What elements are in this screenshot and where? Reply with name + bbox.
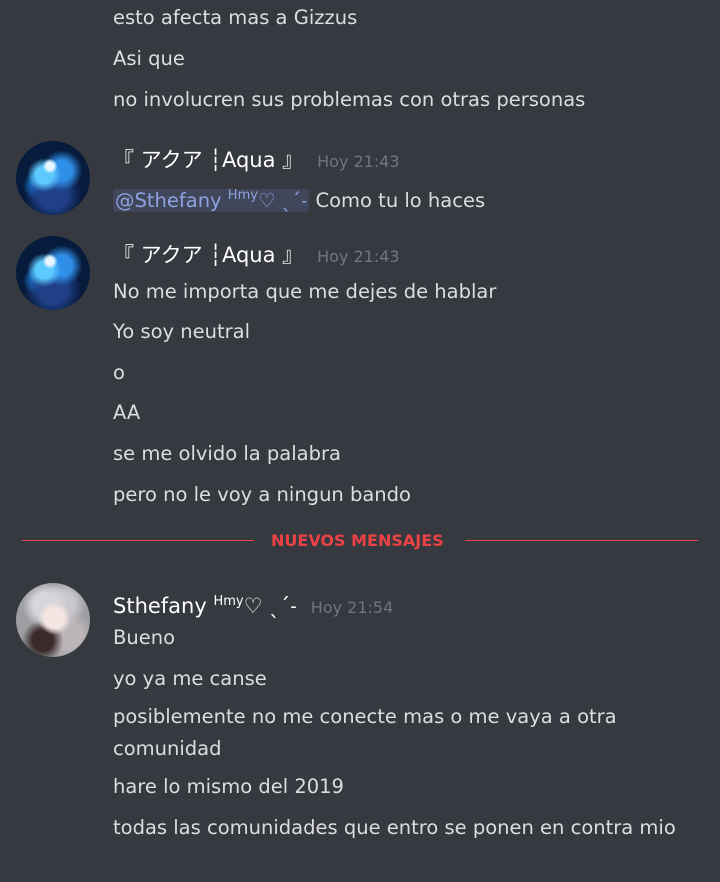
timestamp: Hoy 21:54 bbox=[310, 598, 394, 617]
message-header: 『 アクア ┆Aqua 』 Hoy 21:43 bbox=[113, 146, 400, 174]
message-text: posiblemente no me conecte mas o me vaya… bbox=[113, 705, 617, 760]
divider-line bbox=[22, 540, 254, 541]
avatar[interactable] bbox=[16, 583, 90, 657]
avatar[interactable] bbox=[16, 236, 90, 310]
message-text: No me importa que me dejes de hablar bbox=[113, 280, 497, 303]
message-header: 『 アクア ┆Aqua 』 Hoy 21:43 bbox=[113, 241, 400, 269]
message-text: pero no le voy a ningun bando bbox=[113, 483, 411, 506]
message-text: yo ya me canse bbox=[113, 667, 267, 690]
divider-line bbox=[465, 540, 698, 541]
new-messages-divider: NUEVOS MENSAJES bbox=[22, 530, 698, 552]
message-text: no involucren sus problemas con otras pe… bbox=[113, 88, 586, 111]
timestamp: Hoy 21:43 bbox=[317, 247, 400, 266]
message-text: Bueno bbox=[113, 626, 176, 649]
timestamp: Hoy 21:43 bbox=[317, 152, 400, 171]
message-text: se me olvido la palabra bbox=[113, 442, 341, 465]
username[interactable]: 『 アクア ┆Aqua 』 bbox=[113, 148, 303, 172]
username[interactable]: 『 アクア ┆Aqua 』 bbox=[113, 243, 303, 267]
username[interactable]: Sthefany Hmy♡ ˎˊ˗ bbox=[113, 594, 297, 618]
message-text: AA bbox=[113, 401, 141, 424]
message-header: Sthefany Hmy♡ ˎˊ˗ Hoy 21:54 bbox=[113, 588, 393, 620]
message-text: hare lo mismo del 2019 bbox=[113, 775, 344, 798]
user-mention[interactable]: @Sthefany Hmy♡ ˎˊ˗ bbox=[113, 188, 310, 212]
avatar[interactable] bbox=[16, 141, 90, 215]
message-text: Yo soy neutral bbox=[113, 320, 251, 343]
new-messages-label: NUEVOS MENSAJES bbox=[271, 531, 444, 550]
message-text: o bbox=[113, 361, 125, 384]
chat-messages: esto afecta mas a Gizzus Asi que no invo… bbox=[0, 0, 720, 882]
message-text: @Sthefany Hmy♡ ˎˊ˗ Como tu lo haces bbox=[113, 188, 486, 212]
message-text: Asi que bbox=[113, 47, 185, 70]
message-text: todas las comunidades que entro se ponen… bbox=[113, 816, 676, 839]
message-text: esto afecta mas a Gizzus bbox=[113, 6, 358, 29]
